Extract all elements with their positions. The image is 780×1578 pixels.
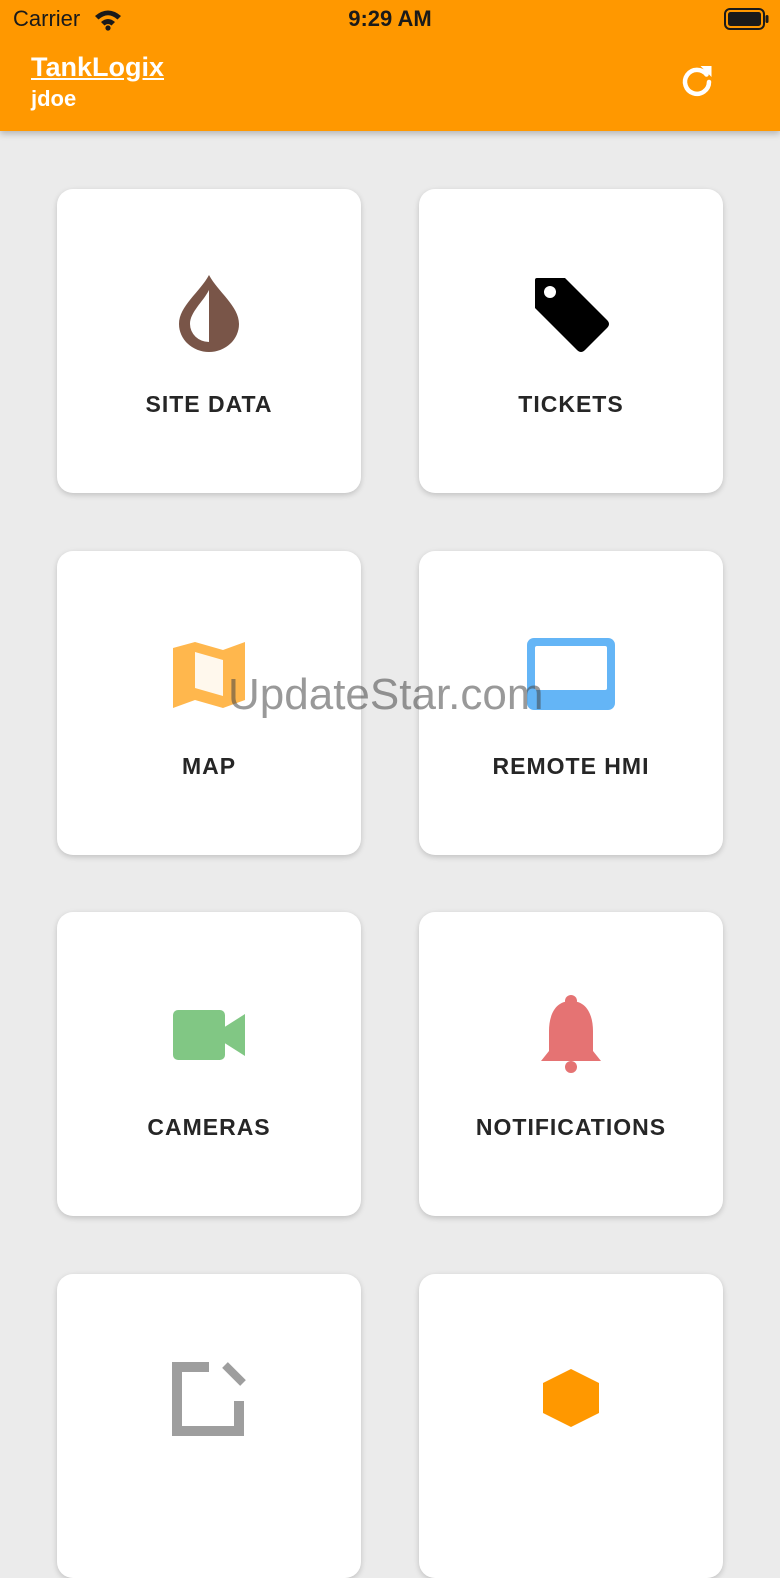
- app-header: Carrier 9:29 AM TankLogix jdoe: [0, 0, 780, 131]
- map-icon: [57, 629, 361, 719]
- tile-edit[interactable]: [57, 1274, 361, 1578]
- tile-remote-hmi[interactable]: REMOTE HMI: [419, 551, 723, 855]
- edit-icon: [57, 1352, 361, 1442]
- battery-icon: [724, 8, 770, 35]
- tile-site-data[interactable]: SITE DATA: [57, 189, 361, 493]
- clock: 9:29 AM: [348, 6, 432, 31]
- tag-icon: [419, 267, 723, 357]
- monitor-icon: [419, 629, 723, 719]
- tile-label: MAP: [181, 753, 237, 779]
- tile-label: TICKETS: [518, 391, 624, 417]
- refresh-icon[interactable]: [678, 62, 716, 100]
- tile-cameras[interactable]: CAMERAS: [57, 912, 361, 1216]
- tile-notifications[interactable]: NOTIFICATIONS: [419, 912, 723, 1216]
- video-camera-icon: [57, 990, 361, 1080]
- tile-label: REMOTE HMI: [492, 753, 650, 779]
- bell-icon: [419, 990, 723, 1080]
- tile-hexagon[interactable]: [419, 1274, 723, 1578]
- tile-label: CAMERAS: [147, 1114, 271, 1140]
- drop-icon: [57, 267, 361, 357]
- tile-map[interactable]: MAP: [57, 551, 361, 855]
- tile-label: NOTIFICATIONS: [475, 1114, 667, 1140]
- tile-tickets[interactable]: TICKETS: [419, 189, 723, 493]
- app-title[interactable]: TankLogix: [31, 52, 164, 83]
- hexagon-icon: [419, 1352, 723, 1442]
- username-label: jdoe: [31, 86, 77, 111]
- tile-label: SITE DATA: [145, 391, 273, 417]
- status-bar: Carrier 9:29 AM: [0, 0, 780, 40]
